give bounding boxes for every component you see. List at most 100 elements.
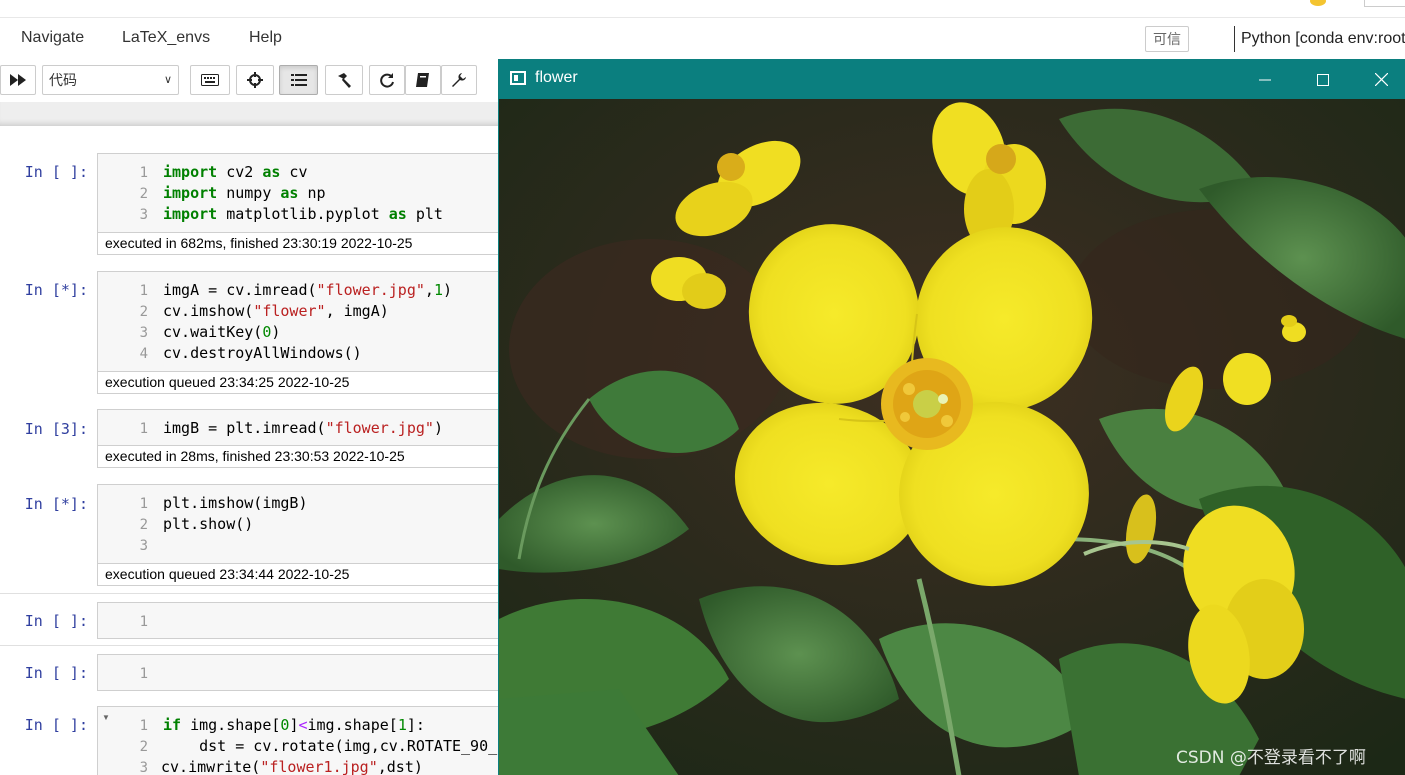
code-line: import matplotlib.pyplot as plt <box>163 205 443 223</box>
book-icon <box>416 73 429 87</box>
code-cell[interactable]: In [ ]: 1 2 3 import cv2 as cv import nu… <box>0 153 517 259</box>
execution-time-info: executed in 682ms, finished 23:30:19 202… <box>97 233 517 255</box>
keyboard-shortcuts-button[interactable] <box>190 65 230 95</box>
menu-navigate[interactable]: Navigate <box>21 29 84 47</box>
line-number: 1 <box>139 421 148 437</box>
wrench-icon <box>452 73 466 87</box>
cell-type-value: 代码 <box>49 72 77 88</box>
line-number: 4 <box>139 346 148 362</box>
line-number-gutter: 1 <box>98 655 154 690</box>
line-number: 1 <box>139 666 148 682</box>
browser-top-strip <box>0 0 1405 18</box>
minimize-button[interactable] <box>1236 60 1294 99</box>
line-number: 1 <box>139 614 148 630</box>
line-number: 3 <box>139 538 148 554</box>
cell-type-select[interactable]: 代码 ∨ <box>42 65 179 95</box>
line-number-gutter: 1 2 3 <box>98 154 154 232</box>
code-line: cv.destroyAllWindows() <box>163 344 362 362</box>
trusted-indicator[interactable]: 可信 <box>1145 26 1189 52</box>
code-input[interactable]: 1 2 3 import cv2 as cv import numpy as n… <box>97 153 517 233</box>
settings-button[interactable] <box>441 65 477 95</box>
line-number: 3 <box>139 760 148 775</box>
code-input[interactable]: 1 2 3 plt.imshow(imgB) plt.show() <box>97 484 517 564</box>
line-number: 3 <box>139 325 148 341</box>
code-cell[interactable]: In [*]: 1 2 3 4 imgA = cv.imread("flower… <box>0 271 517 395</box>
code-cell[interactable]: In [*]: 1 2 3 plt.imshow(imgB) plt.show(… <box>0 484 517 588</box>
code-line: cv.imwrite("flower1.jpg",dst) <box>161 758 423 775</box>
cell-prompt: In [3]: <box>24 420 88 438</box>
execution-time-info: execution queued 23:34:44 2022-10-25 <box>97 564 517 586</box>
line-number: 2 <box>139 739 148 755</box>
cell-prompt: In [ ]: <box>24 664 88 682</box>
menu-latex-envs[interactable]: LaTeX_envs <box>122 29 210 47</box>
chevron-down-icon: ∨ <box>163 74 172 86</box>
cell-divider <box>0 593 500 594</box>
logout-button[interactable] <box>1364 0 1405 7</box>
line-number: 1 <box>139 165 148 181</box>
desktop: Navigate LaTeX_envs Help 可信 Python [cond… <box>0 0 1405 775</box>
fast-forward-icon <box>10 74 26 86</box>
close-icon <box>1374 73 1388 86</box>
restart-kernel-button[interactable] <box>369 65 405 95</box>
line-number: 2 <box>139 186 148 202</box>
close-button[interactable] <box>1352 60 1405 99</box>
code-input[interactable]: ▼ 1 2 3 if img.shape[0]<img.shape[1]: ds… <box>97 706 517 775</box>
code-cell[interactable]: In [3]: 1 imgB = plt.imread("flower.jpg"… <box>0 409 517 469</box>
kernel-indicator[interactable]: Python [conda env:root <box>1234 26 1405 52</box>
notebook-docs-button[interactable] <box>405 65 441 95</box>
window-title: flower <box>535 69 578 86</box>
flower-photo-illustration <box>499 99 1405 775</box>
flower-image: CSDN @不登录看不了啊 <box>499 99 1405 775</box>
line-number: 2 <box>139 517 148 533</box>
minimize-icon <box>1259 79 1271 80</box>
execution-time-info: executed in 28ms, finished 23:30:53 2022… <box>97 446 517 468</box>
code-line: cv.imshow("flower", imgA) <box>163 302 389 320</box>
line-number: 1 <box>139 283 148 299</box>
line-number-gutter: 1 2 3 <box>98 485 154 563</box>
cell-prompt: In [*]: <box>24 495 88 513</box>
line-number-gutter: 1 2 3 <box>98 707 154 775</box>
select-cell-button[interactable] <box>236 65 274 95</box>
cell-prompt: In [ ]: <box>24 163 88 181</box>
csdn-watermark: CSDN @不登录看不了啊 <box>1176 748 1366 768</box>
code-cell[interactable]: In [ ]: ▼ 1 2 3 if img.shape[0]<img.shap… <box>0 706 517 775</box>
line-number-gutter: 1 <box>98 410 154 445</box>
keyboard-icon <box>201 74 219 86</box>
code-line: if img.shape[0]<img.shape[1]: <box>163 716 425 734</box>
code-input[interactable]: 1 2 3 4 imgA = cv.imread("flower.jpg",1)… <box>97 271 517 372</box>
code-line: cv.waitKey(0) <box>163 323 281 341</box>
code-input[interactable]: 1 <box>97 602 517 639</box>
line-number: 3 <box>139 207 148 223</box>
code-input[interactable]: 1 imgB = plt.imread("flower.jpg") <box>97 409 517 446</box>
crosshair-icon <box>247 72 263 88</box>
notebook-menubar: Navigate LaTeX_envs Help 可信 Python [cond… <box>0 18 1405 58</box>
code-line: import cv2 as cv <box>163 163 308 181</box>
refresh-icon <box>380 73 394 88</box>
cell-prompt: In [ ]: <box>24 716 88 734</box>
code-input[interactable]: 1 <box>97 654 517 691</box>
line-number: 1 <box>139 718 148 734</box>
code-cell[interactable]: In [ ]: 1 <box>0 602 517 640</box>
code-line: import numpy as np <box>163 184 326 202</box>
line-number-gutter: 1 <box>98 603 154 638</box>
cell-prompt: In [ ]: <box>24 612 88 630</box>
line-number: 2 <box>139 304 148 320</box>
menu-help[interactable]: Help <box>249 29 282 47</box>
line-number: 1 <box>139 496 148 512</box>
opencv-image-window[interactable]: flower CSDN @不登录看不了啊 <box>498 59 1405 775</box>
cell-divider <box>0 645 500 646</box>
window-titlebar[interactable]: flower <box>499 60 1405 99</box>
maximize-button[interactable] <box>1294 60 1352 99</box>
code-line: dst = cv.rotate(img,cv.ROTATE_90_C <box>163 737 507 755</box>
jupyter-logo-icon <box>1310 0 1326 6</box>
code-line: plt.show() <box>163 515 254 533</box>
code-line: imgA = cv.imread("flower.jpg",1) <box>163 281 452 299</box>
code-cell[interactable]: In [ ]: 1 <box>0 654 517 692</box>
build-button[interactable] <box>325 65 363 95</box>
line-number-gutter: 1 2 3 4 <box>98 272 154 371</box>
table-of-contents-button[interactable] <box>279 65 318 95</box>
hammer-icon <box>338 73 351 88</box>
window-app-icon <box>510 71 526 85</box>
run-all-button[interactable] <box>0 65 36 95</box>
code-line: imgB = plt.imread("flower.jpg") <box>163 419 443 437</box>
